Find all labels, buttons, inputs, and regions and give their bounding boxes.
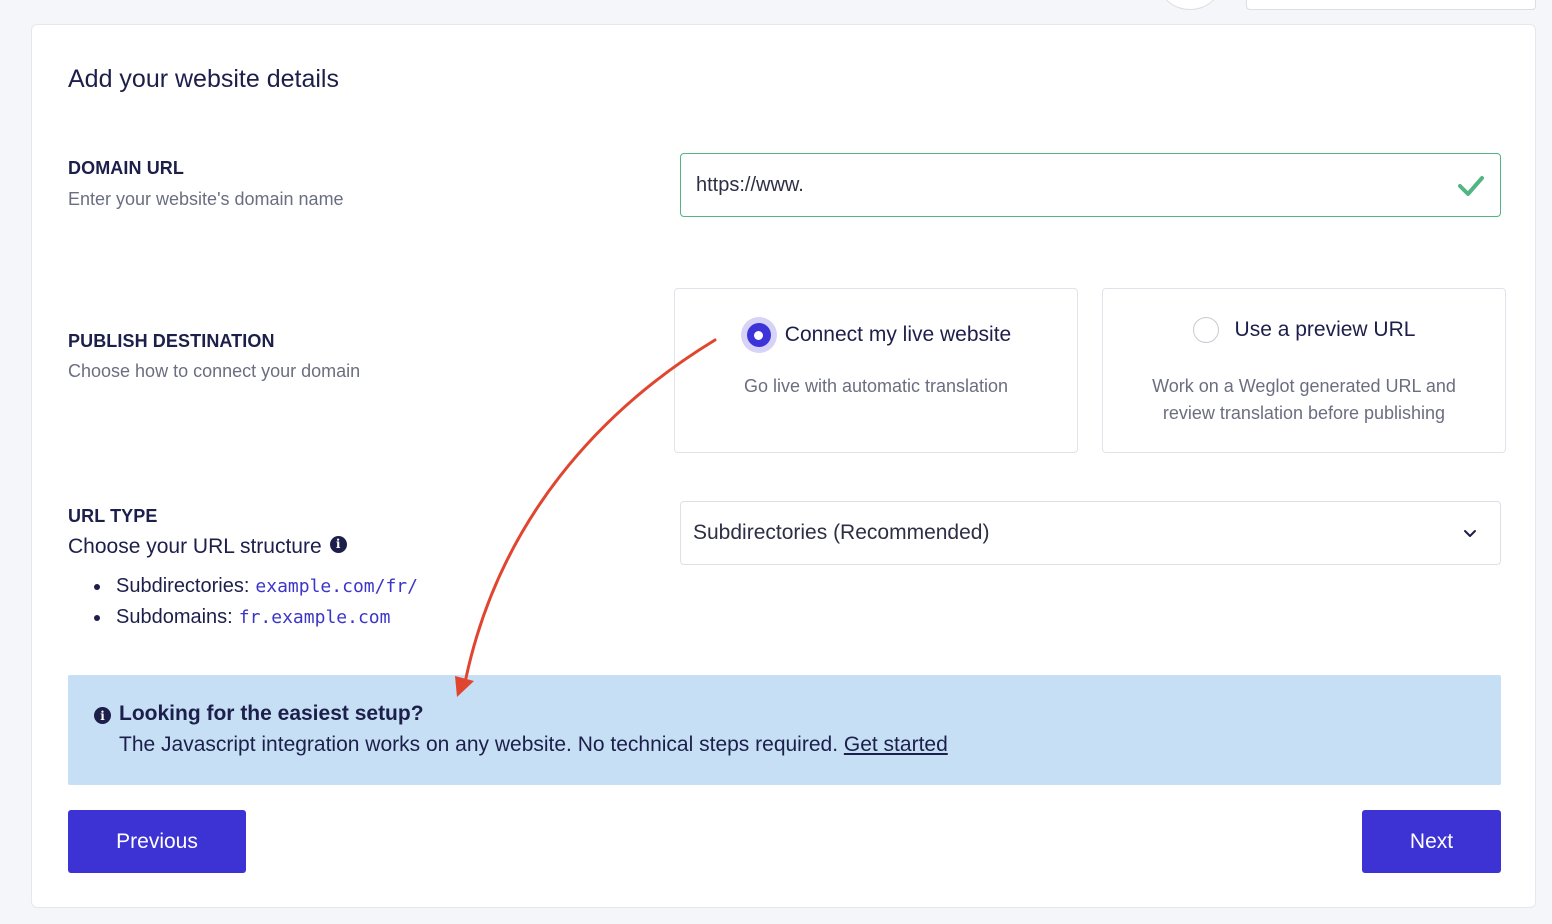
domain-url-input[interactable]: https://www. bbox=[680, 153, 1501, 217]
option-description: Work on a Weglot generated URL and revie… bbox=[1123, 373, 1485, 427]
example-url: example.com/fr/ bbox=[255, 576, 418, 597]
example-url: fr.example.com bbox=[238, 607, 391, 628]
list-item: Subdomains: fr.example.com bbox=[94, 602, 418, 633]
info-icon[interactable]: i bbox=[329, 535, 347, 553]
url-type-description-row: Choose your URL structure i bbox=[68, 535, 347, 559]
example-name: Subdomains: bbox=[116, 606, 233, 628]
easiest-setup-notice: i Looking for the easiest setup? The Jav… bbox=[68, 675, 1501, 785]
publish-destination-description: Choose how to connect your domain bbox=[68, 361, 361, 381]
url-type-selected-value: Subdirectories (Recommended) bbox=[693, 521, 990, 544]
page-title: Add your website details bbox=[68, 65, 339, 93]
url-type-examples: Subdirectories: example.com/fr/ Subdomai… bbox=[94, 571, 418, 633]
publish-destination-label: PUBLISH DESTINATION bbox=[68, 331, 275, 351]
option-use-preview-url[interactable]: Use a preview URL Work on a Weglot gener… bbox=[1102, 288, 1506, 453]
chevron-down-icon bbox=[1464, 530, 1476, 537]
domain-url-label: DOMAIN URL bbox=[68, 158, 184, 178]
previous-button[interactable]: Previous bbox=[68, 810, 246, 873]
check-icon bbox=[1458, 176, 1484, 196]
option-description: Go live with automatic translation bbox=[743, 376, 1009, 396]
next-button[interactable]: Next bbox=[1362, 810, 1501, 873]
option-label: Connect my live website bbox=[784, 323, 1012, 346]
notice-body: The Javascript integration works on any … bbox=[119, 733, 948, 757]
get-started-link[interactable]: Get started bbox=[844, 733, 948, 756]
option-description-line: Work on a Weglot generated URL and bbox=[1152, 376, 1456, 396]
notice-title: Looking for the easiest setup? bbox=[119, 702, 424, 725]
notice-text: The Javascript integration works on any … bbox=[119, 733, 839, 756]
website-details-card: Add your website details DOMAIN URL Ente… bbox=[31, 24, 1536, 908]
domain-url-value: https://www. bbox=[696, 173, 804, 196]
url-type-label: URL TYPE bbox=[68, 506, 158, 526]
option-connect-live-website[interactable]: Connect my live website Go live with aut… bbox=[674, 288, 1078, 453]
domain-url-description: Enter your website's domain name bbox=[68, 189, 344, 209]
url-type-description: Choose your URL structure bbox=[68, 535, 322, 558]
url-type-select[interactable]: Subdirectories (Recommended) bbox=[680, 501, 1501, 565]
radio-unselected[interactable] bbox=[1192, 317, 1219, 343]
project-selector[interactable] bbox=[1246, 0, 1536, 10]
example-name: Subdirectories: bbox=[116, 575, 250, 597]
info-icon: i bbox=[94, 707, 111, 724]
option-description-line: review translation before publishing bbox=[1162, 403, 1446, 423]
list-item: Subdirectories: example.com/fr/ bbox=[94, 571, 418, 602]
user-avatar[interactable] bbox=[1160, 0, 1220, 10]
radio-selected[interactable] bbox=[740, 317, 777, 353]
option-label: Use a preview URL bbox=[1234, 318, 1416, 341]
